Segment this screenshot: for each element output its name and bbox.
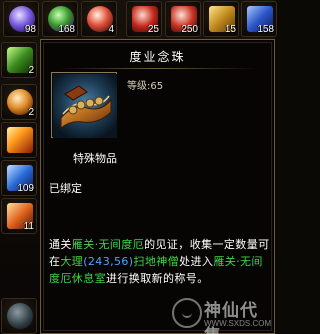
slot-count: 11 xyxy=(23,221,34,232)
bound-status: 已绑定 xyxy=(49,182,82,195)
location-name: 大理 xyxy=(60,255,84,268)
fire-blade-icon xyxy=(7,127,33,153)
inventory-slot-2[interactable]: 168 xyxy=(42,1,78,37)
inventory-slot-13[interactable] xyxy=(1,298,37,334)
dungeon-name: 雁关·无间度厄 xyxy=(71,238,145,251)
slot-count: 250 xyxy=(181,24,198,35)
slot-count: 15 xyxy=(224,24,236,35)
desc-text: 通关 xyxy=(49,238,72,251)
inventory-slot-4[interactable]: 25 xyxy=(126,1,162,37)
title-divider xyxy=(59,68,256,69)
coordinate-link[interactable]: (243,56) xyxy=(83,255,133,268)
item-description: 通关雁关·无间度厄的见证，收集一定数量可在大理(243,56)扫地神僧处进入雁关… xyxy=(49,236,271,287)
desc-text: 进行换取新的称号。 xyxy=(106,272,209,285)
desc-text: 处进入 xyxy=(179,255,214,268)
inventory-slot-11[interactable]: 109 xyxy=(1,160,37,196)
npc-name: 扫地神僧 xyxy=(133,255,180,268)
item-level: 等级:65 xyxy=(127,81,164,92)
slot-count: 158 xyxy=(257,24,274,35)
item-name: 度业念珠 xyxy=(129,50,186,64)
slot-count: 2 xyxy=(28,65,34,76)
inventory-slot-12[interactable]: 11 xyxy=(1,198,37,234)
inventory-slot-8[interactable]: 2 xyxy=(1,42,37,78)
inventory-slot-1[interactable]: 98 xyxy=(3,1,39,37)
watermark-logo-icon xyxy=(172,298,202,328)
inventory-slot-5[interactable]: 250 xyxy=(165,1,201,37)
slot-count: 168 xyxy=(58,24,75,35)
inventory-slot-3[interactable]: 4 xyxy=(81,1,117,37)
slot-count: 98 xyxy=(24,24,36,35)
inventory-slot-7[interactable]: 158 xyxy=(241,1,277,37)
inventory-slot-10[interactable] xyxy=(1,122,37,158)
slot-count: 25 xyxy=(147,24,159,35)
slot-count: 4 xyxy=(108,24,114,35)
prayer-beads-icon xyxy=(51,72,117,138)
item-tooltip: 度业念珠 等级:65 特殊物品 已绑定 通关雁关·无间度厄的见证，收集一定数量可… xyxy=(40,39,275,334)
watermark-url: WWW.SXDS.COM xyxy=(204,319,272,328)
slot-count: 2 xyxy=(28,107,34,118)
dark-stone-icon xyxy=(7,303,33,329)
inventory-slot-6[interactable]: 15 xyxy=(203,1,239,37)
item-type: 特殊物品 xyxy=(73,152,117,165)
watermark-text: 神仙代售 xyxy=(204,301,258,334)
slot-count: 109 xyxy=(17,183,34,194)
inventory-slot-9[interactable]: 2 xyxy=(1,84,37,120)
watermark: 神仙代售 WWW.SXDS.COM xyxy=(168,296,275,334)
